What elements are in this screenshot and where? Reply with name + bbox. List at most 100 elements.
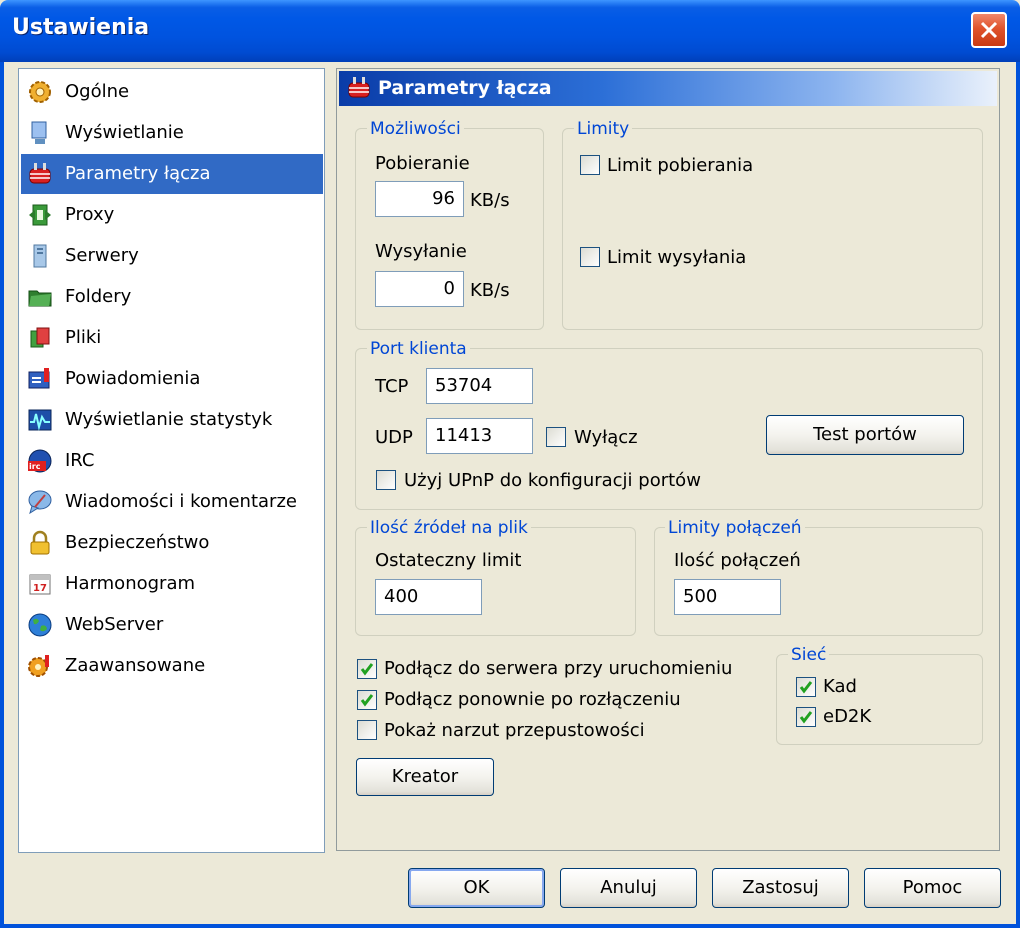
sidebar-item-security[interactable]: Bezpieczeństwo bbox=[21, 523, 323, 563]
capabilities-legend: Możliwości bbox=[367, 119, 464, 139]
lock-icon bbox=[30, 530, 50, 555]
kad-checkbox[interactable] bbox=[796, 677, 816, 697]
download-label: Pobieranie bbox=[375, 153, 470, 174]
gear-icon bbox=[29, 81, 51, 103]
upload-capacity-input[interactable]: 0 bbox=[375, 271, 464, 307]
sidebar-item-advanced[interactable]: Zaawansowane bbox=[21, 646, 323, 686]
tcp-label: TCP bbox=[375, 376, 409, 397]
client-port-legend: Port klienta bbox=[367, 339, 470, 359]
sidebar-item-files[interactable]: Pliki bbox=[21, 318, 323, 358]
limits-legend: Limity bbox=[574, 119, 633, 139]
udp-label: UDP bbox=[375, 427, 413, 448]
test-ports-button[interactable]: Test portów bbox=[766, 415, 964, 455]
sidebar-item-label: Ogólne bbox=[65, 81, 130, 102]
sidebar-item-label: Zaawansowane bbox=[65, 655, 206, 676]
tcp-port-input[interactable]: 53704 bbox=[426, 368, 533, 404]
disable-udp-label: Wyłącz bbox=[574, 427, 638, 448]
wizard-button[interactable]: Kreator bbox=[356, 758, 494, 796]
globe-icon bbox=[28, 613, 52, 637]
checkmark-icon bbox=[799, 681, 813, 694]
download-capacity-input[interactable]: 96 bbox=[375, 181, 464, 217]
panel-title: Parametry łącza bbox=[378, 77, 552, 99]
sidebar-item-scheduler[interactable]: 17 Harmonogram bbox=[21, 564, 323, 604]
notification-icon bbox=[28, 368, 50, 389]
folder-icon bbox=[28, 290, 52, 307]
plug-icon bbox=[348, 77, 370, 98]
apply-button[interactable]: Zastosuj bbox=[712, 868, 849, 908]
show-overhead-checkbox[interactable] bbox=[357, 720, 377, 740]
irc-icon: irc bbox=[28, 449, 52, 473]
sources-legend: Ilość źródeł na plik bbox=[367, 518, 531, 538]
window-frame-bottom bbox=[0, 924, 1020, 928]
checkmark-icon bbox=[360, 663, 374, 676]
upload-limit-label: Limit wysyłania bbox=[607, 247, 747, 268]
checkmark-icon bbox=[360, 694, 374, 707]
download-unit: KB/s bbox=[470, 190, 510, 211]
sidebar-item-webserver[interactable]: WebServer bbox=[21, 605, 323, 645]
window-title: Ustawienia bbox=[12, 15, 150, 40]
max-connections-label: Ilość połączeń bbox=[674, 550, 801, 571]
upnp-checkbox[interactable] bbox=[376, 470, 396, 490]
sidebar-item-label: Serwery bbox=[65, 245, 139, 266]
statistics-icon bbox=[28, 409, 52, 431]
sidebar-item-statistics[interactable]: Wyświetlanie statystyk bbox=[21, 400, 323, 440]
sidebar-item-folders[interactable]: Foldery bbox=[21, 277, 323, 317]
checkmark-icon bbox=[799, 711, 813, 724]
sidebar-item-connection[interactable]: Parametry łącza bbox=[21, 154, 323, 194]
sidebar-item-label: WebServer bbox=[65, 614, 164, 635]
download-limit-checkbox[interactable] bbox=[580, 155, 600, 175]
cancel-button[interactable]: Anuluj bbox=[560, 868, 697, 908]
title-bar[interactable] bbox=[0, 0, 1020, 62]
upload-limit-checkbox[interactable] bbox=[580, 247, 600, 267]
reconnect-checkbox[interactable] bbox=[357, 690, 377, 710]
upload-unit: KB/s bbox=[470, 280, 510, 301]
disable-udp-checkbox[interactable] bbox=[546, 427, 566, 447]
reconnect-label: Podłącz ponownie po rozłączeniu bbox=[384, 689, 681, 710]
upload-label: Wysyłanie bbox=[375, 241, 467, 262]
sidebar-item-notifications[interactable]: Powiadomienia bbox=[21, 359, 323, 399]
sidebar-item-label: Wyświetlanie statystyk bbox=[65, 409, 273, 430]
settings-sidebar: Ogólne Wyświetlanie Parametry łącza Prox… bbox=[18, 68, 325, 853]
show-overhead-label: Pokaż narzut przepustowości bbox=[384, 720, 645, 741]
connect-on-startup-checkbox[interactable] bbox=[357, 659, 377, 679]
sidebar-item-label: Pliki bbox=[65, 327, 102, 348]
sidebar-item-label: Wyświetlanie bbox=[65, 122, 184, 143]
sidebar-item-servers[interactable]: Serwery bbox=[21, 236, 323, 276]
sidebar-item-messages[interactable]: Wiadomości i komentarze bbox=[21, 482, 323, 522]
messages-icon bbox=[28, 490, 52, 515]
monitor-icon bbox=[31, 121, 47, 144]
network-legend: Sieć bbox=[788, 645, 830, 665]
udp-port-input[interactable]: 11413 bbox=[426, 418, 533, 454]
max-connections-input[interactable]: 500 bbox=[674, 579, 781, 615]
close-button[interactable] bbox=[971, 12, 1007, 48]
sidebar-item-general[interactable]: Ogólne bbox=[21, 72, 323, 112]
sidebar-item-label: Foldery bbox=[65, 286, 132, 307]
sidebar-item-irc[interactable]: irc IRC bbox=[21, 441, 323, 481]
sidebar-item-proxy[interactable]: Proxy bbox=[21, 195, 323, 235]
help-button[interactable]: Pomoc bbox=[864, 868, 1001, 908]
sidebar-item-label: Bezpieczeństwo bbox=[65, 532, 210, 553]
ok-button[interactable]: OK bbox=[408, 868, 545, 908]
kad-label: Kad bbox=[823, 676, 857, 697]
sidebar-item-label: Parametry łącza bbox=[65, 163, 211, 184]
sidebar-item-label: IRC bbox=[65, 450, 95, 471]
ed2k-checkbox[interactable] bbox=[796, 707, 816, 727]
connections-legend: Limity połączeń bbox=[665, 518, 805, 538]
calendar-icon: 17 bbox=[29, 574, 51, 595]
max-sources-label: Ostateczny limit bbox=[375, 550, 522, 571]
sidebar-item-label: Wiadomości i komentarze bbox=[65, 491, 297, 512]
sidebar-item-label: Proxy bbox=[65, 204, 115, 225]
server-icon bbox=[33, 244, 47, 268]
window-frame-right bbox=[1016, 62, 1020, 928]
plug-icon bbox=[29, 163, 51, 184]
close-icon bbox=[980, 21, 998, 39]
sidebar-item-label: Powiadomienia bbox=[65, 368, 201, 389]
advanced-gear-icon bbox=[28, 655, 49, 677]
max-sources-input[interactable]: 400 bbox=[375, 579, 482, 615]
ed2k-label: eD2K bbox=[823, 706, 872, 727]
window-frame-left bbox=[0, 62, 4, 928]
files-icon bbox=[30, 327, 50, 348]
download-limit-label: Limit pobierania bbox=[607, 155, 754, 176]
upnp-label: Użyj UPnP do konfiguracji portów bbox=[404, 470, 701, 491]
sidebar-item-display[interactable]: Wyświetlanie bbox=[21, 113, 323, 153]
